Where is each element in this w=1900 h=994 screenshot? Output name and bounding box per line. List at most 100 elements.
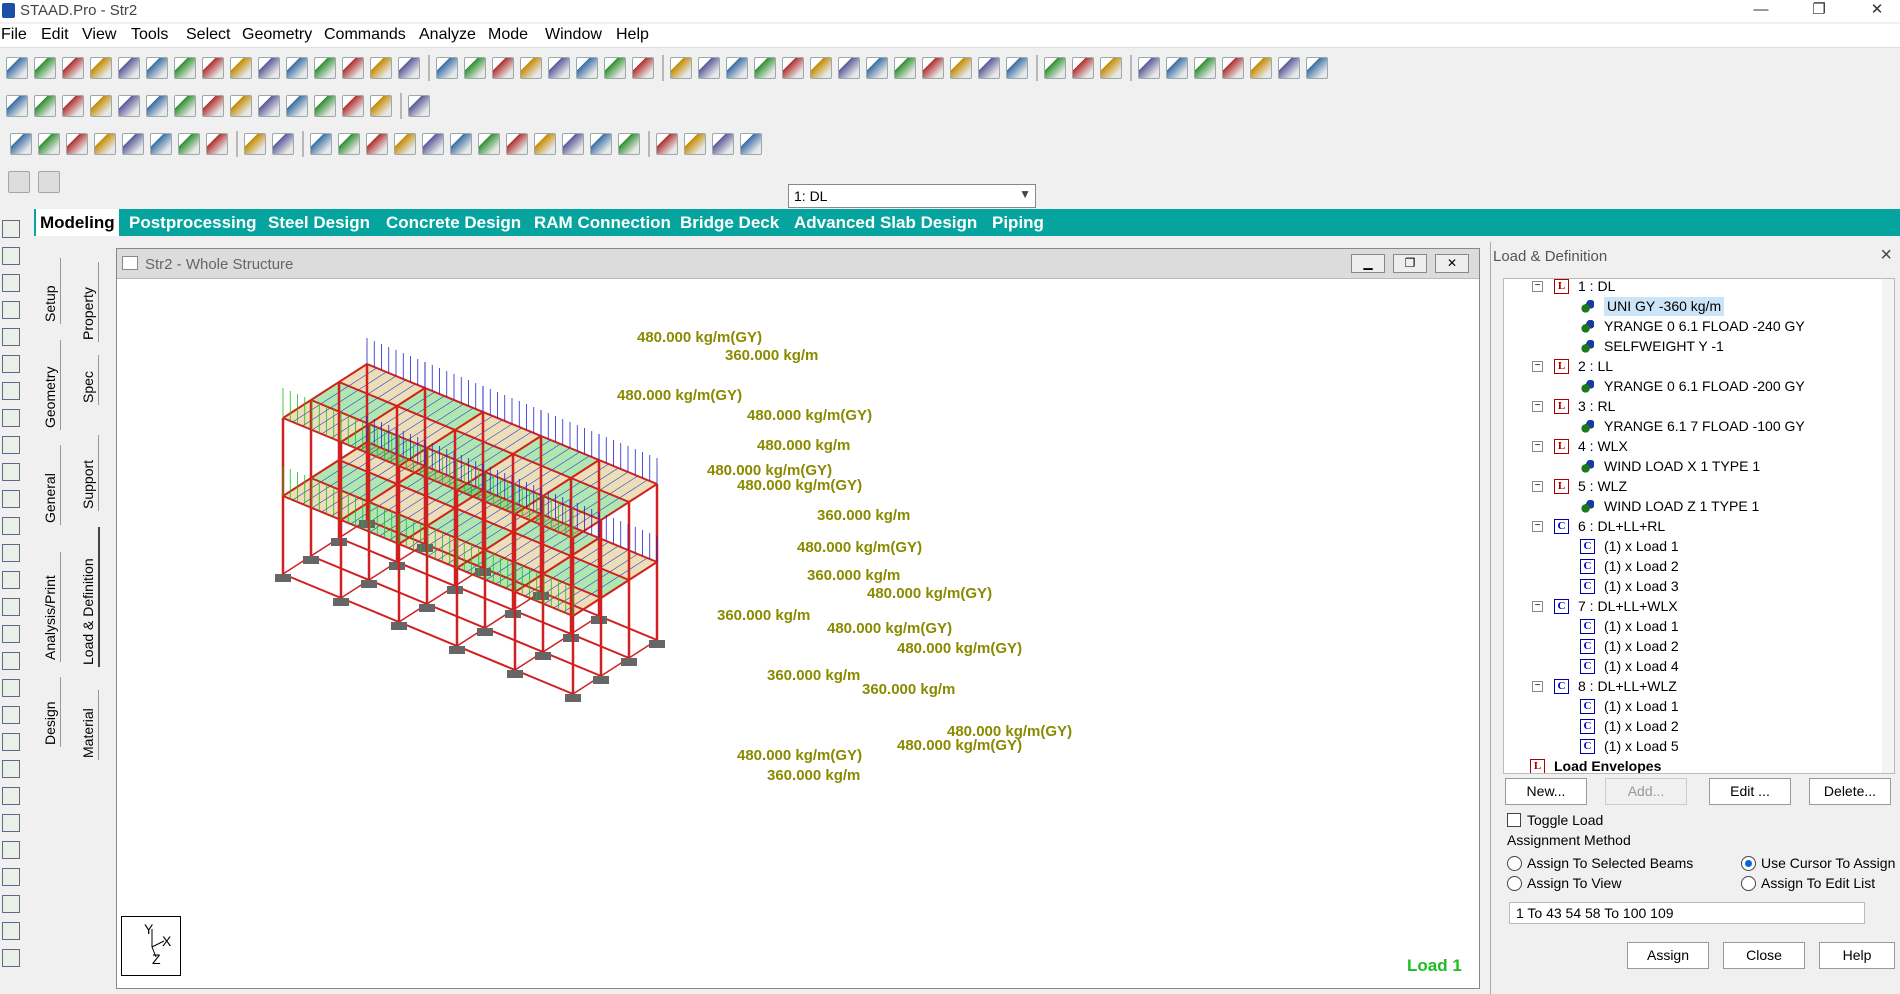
toolbar-tool-icon[interactable] (1306, 57, 1328, 79)
toolbar-tool-icon[interactable] (150, 133, 172, 155)
close-icon[interactable]: × (1880, 244, 1892, 267)
toolbar-tool-icon[interactable] (422, 133, 444, 155)
toolbar-tool-icon[interactable] (206, 133, 228, 155)
edit-button[interactable]: Edit ... (1709, 778, 1791, 805)
tab-ram-connection[interactable]: RAM Connection (534, 213, 671, 233)
toolbar-tool-icon[interactable] (310, 133, 332, 155)
toolbar-tool-icon[interactable] (978, 57, 1000, 79)
toolbar-tool-icon[interactable] (6, 57, 28, 79)
tree-load-item[interactable]: C (1) x Load 2 (1504, 637, 1884, 656)
side-tool-icon[interactable] (2, 625, 20, 643)
toolbar-tool-icon[interactable] (202, 57, 224, 79)
menu-help[interactable]: Help (616, 26, 649, 44)
restore-icon[interactable]: ❐ (1796, 0, 1842, 22)
collapse-icon[interactable]: − (1532, 401, 1543, 412)
toolbar-tool-icon[interactable] (464, 57, 486, 79)
toolbar-tool-icon[interactable] (286, 95, 308, 117)
tab-piping[interactable]: Piping (992, 213, 1044, 233)
side-tab-support[interactable]: Support (78, 435, 99, 511)
toolbar-tool-icon[interactable] (1006, 57, 1028, 79)
side-tool-icon[interactable] (2, 490, 20, 508)
toolbar-tool-icon[interactable] (286, 57, 308, 79)
side-tab-spec[interactable]: Spec (78, 355, 99, 405)
collapse-icon[interactable]: − (1532, 441, 1543, 452)
toolbar-tool-icon[interactable] (740, 133, 762, 155)
tree-load-item[interactable]: SELFWEIGHT Y -1 (1504, 337, 1884, 356)
help-button[interactable]: Help (1819, 942, 1895, 969)
menu-file[interactable]: File (1, 26, 27, 44)
view-close-button[interactable]: ✕ (1435, 254, 1469, 273)
side-tab-setup[interactable]: Setup (40, 258, 61, 324)
toolbar-tool-icon[interactable] (782, 57, 804, 79)
toolbar-tool-icon[interactable] (122, 133, 144, 155)
tree-load-item[interactable]: C (1) x Load 2 (1504, 557, 1884, 576)
tab-concrete-design[interactable]: Concrete Design (386, 213, 521, 233)
model-canvas[interactable]: 480.000 kg/m(GY) 360.000 kg/m 480.000 kg/m… (117, 280, 1479, 989)
toolbar-tool-icon[interactable] (1166, 57, 1188, 79)
toggle-load-checkbox[interactable] (1507, 813, 1521, 827)
toolbar-tool-icon[interactable] (34, 57, 56, 79)
tree-load-item[interactable]: YRANGE 6.1 7 FLOAD -100 GY (1504, 417, 1884, 436)
toolbar-tool-icon[interactable] (366, 133, 388, 155)
minimize-icon[interactable]: — (1738, 0, 1784, 22)
toolbar-tool-icon[interactable] (38, 133, 60, 155)
toolbar-tool-icon[interactable] (726, 57, 748, 79)
toolbar-tool-icon[interactable] (338, 133, 360, 155)
tab-bridge-deck[interactable]: Bridge Deck (680, 213, 779, 233)
view-minimize-button[interactable]: ▁ (1351, 254, 1385, 273)
toolbar-tool-icon[interactable] (8, 171, 30, 193)
toolbar-tool-icon[interactable] (62, 57, 84, 79)
tab-postprocessing[interactable]: Postprocessing (129, 213, 257, 233)
side-tab-load-definition[interactable]: Load & Definition (78, 527, 100, 667)
side-tool-icon[interactable] (2, 922, 20, 940)
side-tool-icon[interactable] (2, 841, 20, 859)
tree-load-case[interactable]: − C 8 : DL+LL+WLZ (1504, 677, 1884, 696)
toolbar-tool-icon[interactable] (838, 57, 860, 79)
new-button[interactable]: New... (1505, 778, 1587, 805)
menu-mode[interactable]: Mode (488, 26, 528, 44)
collapse-icon[interactable]: − (1532, 281, 1543, 292)
toolbar-tool-icon[interactable] (684, 133, 706, 155)
toolbar-tool-icon[interactable] (202, 95, 224, 117)
close-icon[interactable]: ✕ (1854, 0, 1900, 22)
tab-modeling[interactable]: Modeling (36, 209, 119, 236)
toolbar-tool-icon[interactable] (394, 133, 416, 155)
menu-select[interactable]: Select (186, 26, 230, 44)
load-tree[interactable]: − L 1 : DL UNI GY -360 kg/m YRANGE 0 6.1 FLO… (1503, 278, 1895, 774)
tree-load-item[interactable]: WIND LOAD Z 1 TYPE 1 (1504, 497, 1884, 516)
side-tab-general[interactable]: General (40, 445, 61, 525)
toolbar-tool-icon[interactable] (548, 57, 570, 79)
toolbar-tool-icon[interactable] (174, 57, 196, 79)
tree-load-item[interactable]: YRANGE 0 6.1 FLOAD -240 GY (1504, 317, 1884, 336)
toolbar-tool-icon[interactable] (712, 133, 734, 155)
tree-load-case[interactable]: − L 2 : LL (1504, 357, 1884, 376)
toolbar-tool-icon[interactable] (492, 57, 514, 79)
tree-load-item[interactable]: C (1) x Load 2 (1504, 717, 1884, 736)
edit-list-field[interactable]: 1 To 43 54 58 To 100 109 (1509, 902, 1865, 924)
side-tool-icon[interactable] (2, 814, 20, 832)
tree-load-item[interactable]: UNI GY -360 kg/m (1504, 297, 1884, 316)
toolbar-tool-icon[interactable] (604, 57, 626, 79)
side-tool-icon[interactable] (2, 787, 20, 805)
toolbar-tool-icon[interactable] (370, 95, 392, 117)
tree-load-item[interactable]: C (1) x Load 1 (1504, 697, 1884, 716)
side-tool-icon[interactable] (2, 274, 20, 292)
toolbar-tool-icon[interactable] (950, 57, 972, 79)
toolbar-tool-icon[interactable] (450, 133, 472, 155)
side-tool-icon[interactable] (2, 220, 20, 238)
side-tool-icon[interactable] (2, 652, 20, 670)
toolbar-tool-icon[interactable] (272, 133, 294, 155)
toolbar-tool-icon[interactable] (174, 95, 196, 117)
tree-load-case[interactable]: − C 6 : DL+LL+RL (1504, 517, 1884, 536)
toolbar-tool-icon[interactable] (62, 95, 84, 117)
collapse-icon[interactable]: − (1532, 601, 1543, 612)
toolbar-tool-icon[interactable] (258, 95, 280, 117)
side-tool-icon[interactable] (2, 436, 20, 454)
menu-edit[interactable]: Edit (41, 26, 69, 44)
tree-load-item[interactable]: C (1) x Load 4 (1504, 657, 1884, 676)
collapse-icon[interactable]: − (1532, 361, 1543, 372)
toolbar-tool-icon[interactable] (146, 57, 168, 79)
toolbar-tool-icon[interactable] (90, 57, 112, 79)
side-tool-icon[interactable] (2, 463, 20, 481)
side-tool-icon[interactable] (2, 895, 20, 913)
